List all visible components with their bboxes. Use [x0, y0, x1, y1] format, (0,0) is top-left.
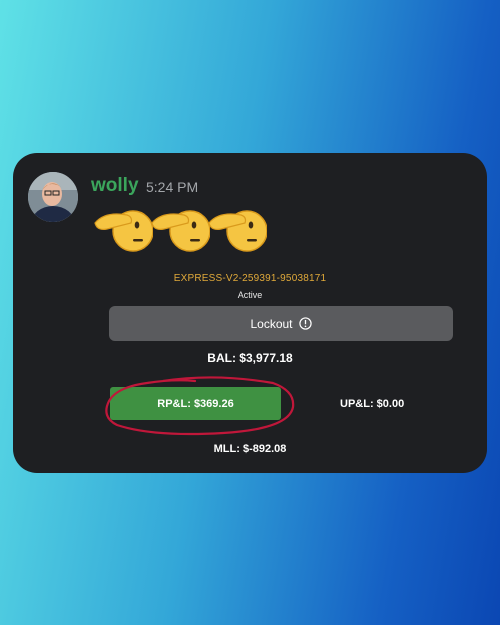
message-timestamp: 5:24 PM — [146, 179, 199, 195]
saluting-face-emoji — [151, 210, 210, 252]
lockout-label: Lockout — [250, 316, 293, 331]
account-id: EXPRESS-V2-259391-95038171 — [173, 273, 327, 284]
username[interactable]: wolly — [91, 175, 139, 197]
unrealized-pnl-label: UP&L: $0.00 — [340, 398, 405, 410]
avatar-image — [28, 172, 78, 222]
info-circle-icon — [298, 317, 312, 330]
balance-label: BAL: $3,977.18 — [207, 351, 293, 365]
realized-pnl-label: RP&L: $369.26 — [157, 397, 234, 410]
avatar[interactable] — [28, 172, 78, 222]
chat-message-card: wolly 5:24 PM EXPRESS-V2-259391-95038171… — [13, 153, 487, 473]
account-status: Active — [237, 290, 263, 300]
realized-pnl-button[interactable]: RP&L: $369.26 — [110, 387, 281, 420]
emoji-row — [93, 201, 283, 257]
lockout-button[interactable]: Lockout — [109, 306, 453, 341]
max-loss-limit-label: MLL: $-892.08 — [213, 443, 287, 455]
saluting-face-emoji — [94, 210, 153, 252]
saluting-face-emoji — [208, 210, 267, 252]
image-frame: wolly 5:24 PM EXPRESS-V2-259391-95038171… — [0, 0, 500, 625]
